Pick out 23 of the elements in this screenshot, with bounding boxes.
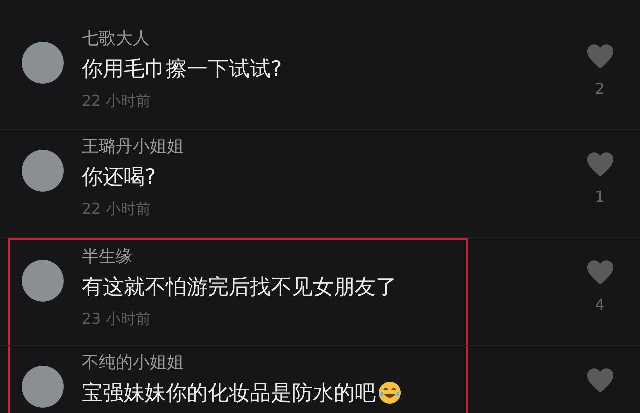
like-count: 1 (595, 188, 605, 206)
comment-text: 你用毛巾擦一下试试? (82, 56, 282, 83)
heart-icon[interactable] (586, 44, 614, 70)
username[interactable]: 七歌大人 (82, 26, 150, 52)
timestamp: 22 小时前 (82, 199, 151, 220)
avatar-placeholder[interactable] (22, 150, 64, 192)
heart-icon[interactable] (586, 368, 614, 394)
avatar-placeholder[interactable] (22, 42, 64, 84)
heart-icon[interactable] (586, 152, 614, 178)
avatar-placeholder[interactable] (22, 260, 64, 302)
username[interactable]: 不纯的小姐姐 (82, 350, 184, 376)
comment-text: 你还喝? (82, 164, 156, 191)
like-count: 2 (595, 80, 605, 98)
username[interactable]: 王璐丹小姐姐 (82, 134, 184, 160)
timestamp: 22 小时前 (82, 91, 151, 112)
like-count: 4 (595, 296, 605, 314)
comment-text: 有这就不怕游完后找不见女朋友了 (82, 274, 397, 301)
heart-icon[interactable] (586, 260, 614, 286)
timestamp: 23 小时前 (82, 309, 151, 330)
comment-text: 宝强妹妹你的化妆品是防水的吧 (82, 380, 376, 407)
laughing-face-icon (378, 381, 402, 405)
avatar-placeholder[interactable] (22, 366, 64, 408)
username[interactable]: 半生缘 (82, 244, 133, 270)
